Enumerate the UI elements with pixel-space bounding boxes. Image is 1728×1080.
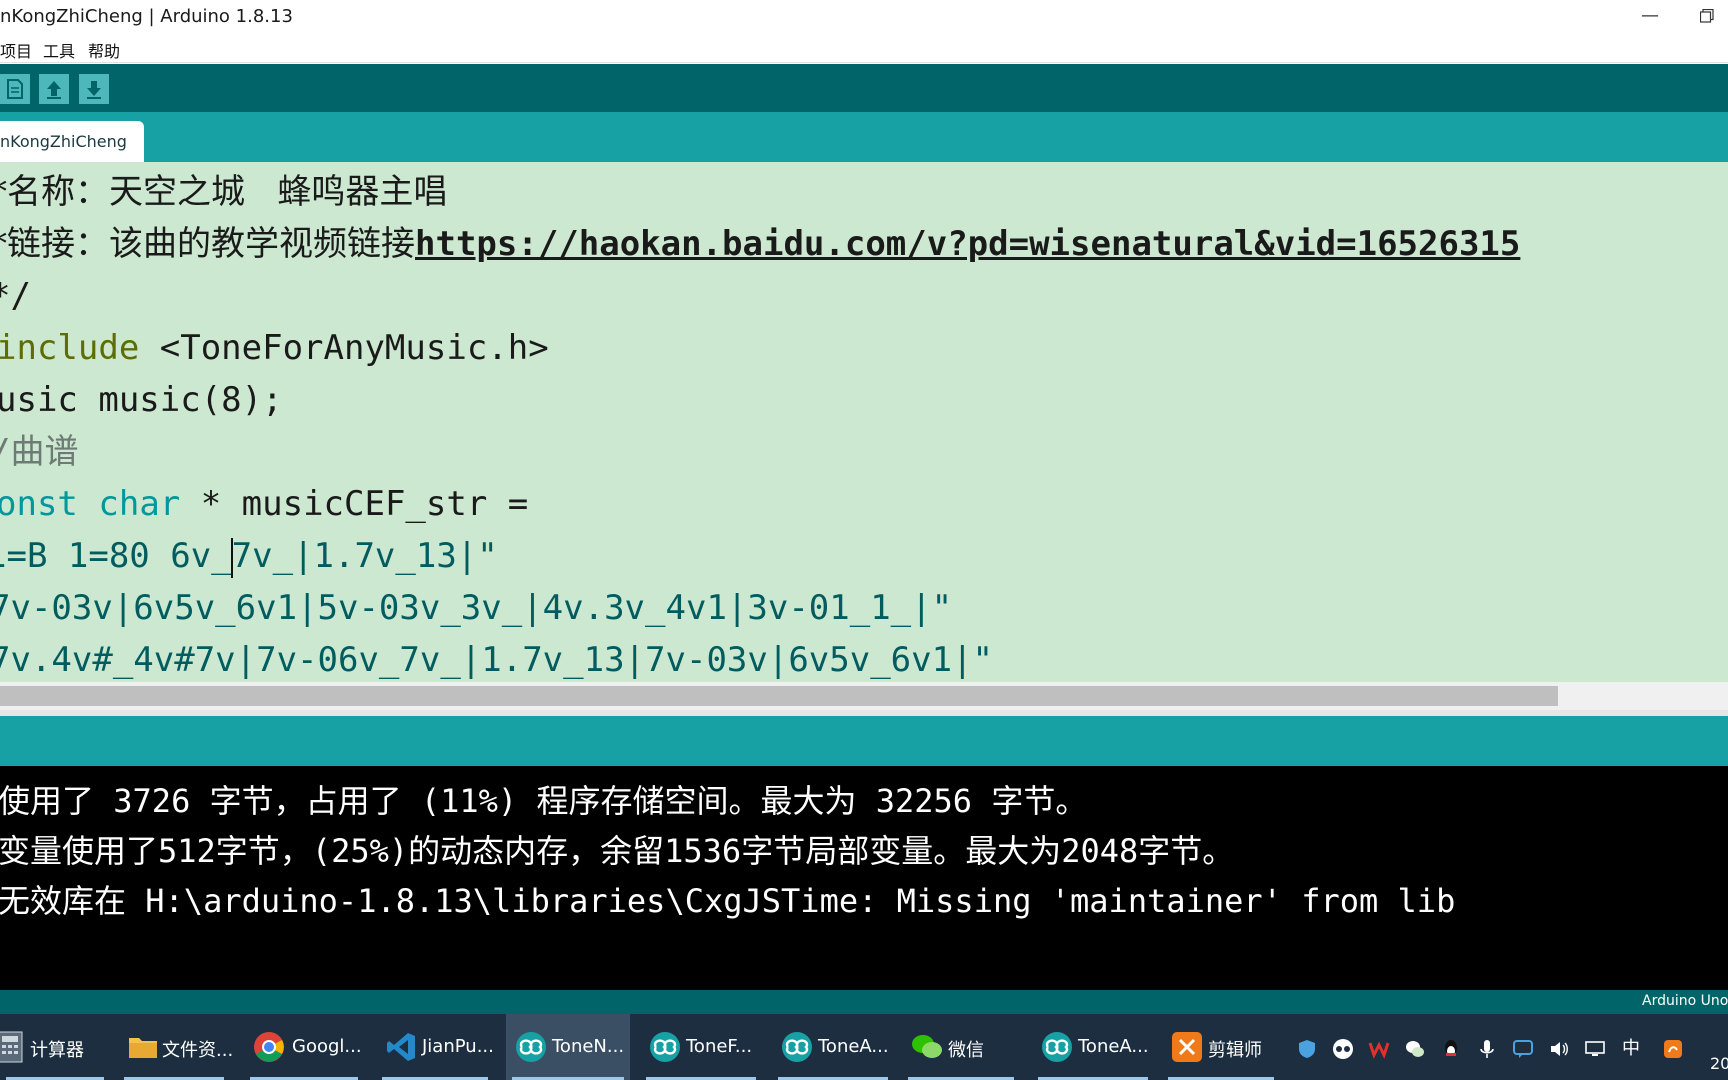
restore-button[interactable] xyxy=(1699,8,1714,23)
task-arduino-3[interactable]: ToneA... xyxy=(772,1014,894,1080)
console-line-3: 无效库在 H:\arduino-1.8.13\libraries\CxgJSTi… xyxy=(0,882,1456,920)
editor-app-icon xyxy=(1172,1032,1202,1062)
tab-strip: nKongZhiCheng xyxy=(0,112,1728,162)
new-icon xyxy=(7,79,23,99)
task-arduino-1[interactable]: ToneN... xyxy=(506,1014,630,1080)
calculator-icon xyxy=(0,1031,23,1063)
title-bar: nKongZhiCheng | Arduino 1.8.13 — xyxy=(0,0,1728,34)
minimize-button[interactable]: — xyxy=(1638,2,1662,30)
task-video-editor[interactable]: 剪辑师 xyxy=(1162,1014,1280,1080)
toolbar xyxy=(0,64,1728,112)
open-icon xyxy=(47,81,61,99)
code-editor[interactable]: *名称：天空之城 蜂鸣器主唱 *链接：该曲的教学视频链接https://haok… xyxy=(0,162,1728,682)
board-label: Arduino Uno xyxy=(1642,993,1728,1009)
wechat-tray-icon[interactable] xyxy=(1404,1038,1426,1060)
arduino-icon xyxy=(782,1032,812,1062)
menu-bar: 项目 工具 帮助 xyxy=(0,34,1728,63)
volume-icon[interactable] xyxy=(1548,1038,1570,1060)
task-vscode[interactable]: JianPu... xyxy=(376,1014,494,1080)
include-keyword: include xyxy=(0,328,140,368)
code-line-4: include <ToneForAnyMusic.h> xyxy=(0,322,549,374)
new-button[interactable] xyxy=(0,74,30,104)
code-line-1: *名称：天空之城 蜂鸣器主唱 xyxy=(0,172,448,212)
chrome-icon xyxy=(254,1032,284,1062)
task-calculator[interactable]: 计算器 xyxy=(0,1014,110,1080)
task-label: 微信 xyxy=(948,1040,984,1061)
tab-sketch[interactable]: nKongZhiCheng xyxy=(0,121,144,162)
tab-label: nKongZhiCheng xyxy=(0,132,127,151)
task-file-explorer[interactable]: 文件资... xyxy=(118,1014,234,1080)
include-file: <ToneForAnyMusic.h> xyxy=(139,328,549,368)
code-line-8: 1=B 1=80 6v_7v_|1.7v_13|" xyxy=(0,530,498,582)
shield-icon[interactable] xyxy=(1296,1038,1318,1060)
code-line-7: onst char * musicCEF_str = xyxy=(0,478,528,530)
taskbar: 计算器 文件资... Googl... JianPu... ToneN... T… xyxy=(0,1014,1728,1080)
console-line-2: 变量使用了512字节，(25%)的动态内存，余留1536字节局部变量。最大为20… xyxy=(0,832,1235,870)
console-output: 使用了 3726 字节，占用了 (11%) 程序存储空间。最大为 32256 字… xyxy=(0,766,1728,990)
glasses-icon[interactable] xyxy=(1332,1038,1354,1060)
task-label: 文件资... xyxy=(162,1040,234,1061)
string-part-b: 7v_|1.7v_13|" xyxy=(231,536,498,576)
wechat-icon xyxy=(912,1035,942,1058)
microphone-icon[interactable] xyxy=(1476,1038,1498,1060)
task-label: JianPu... xyxy=(422,1036,494,1057)
ime-indicator[interactable]: 中 xyxy=(1620,1038,1642,1060)
task-label: ToneA... xyxy=(818,1036,889,1057)
task-label: Googl... xyxy=(292,1036,362,1057)
task-label: ToneF... xyxy=(686,1036,753,1057)
folder-icon xyxy=(129,1038,157,1058)
horizontal-scrollbar[interactable] xyxy=(0,682,1728,710)
code-line-2: *链接：该曲的教学视频链接https://haokan.baidu.com/v?… xyxy=(0,218,1520,270)
console-line-1: 使用了 3726 字节，占用了 (11%) 程序存储空间。最大为 32256 字… xyxy=(0,782,1088,820)
task-wechat[interactable]: 微信 xyxy=(902,1014,1020,1080)
arduino-icon xyxy=(650,1032,680,1062)
task-arduino-4[interactable]: ToneA... xyxy=(1032,1014,1154,1080)
open-button[interactable] xyxy=(39,74,69,104)
menu-help[interactable]: 帮助 xyxy=(88,38,120,62)
scrollbar-thumb[interactable] xyxy=(0,686,1558,706)
task-label: 剪辑师 xyxy=(1208,1040,1262,1061)
task-chrome[interactable]: Googl... xyxy=(244,1014,364,1080)
comment-slash: / xyxy=(0,432,10,472)
const-keyword: onst xyxy=(0,484,78,524)
chat-tray-icon[interactable] xyxy=(1512,1038,1534,1060)
code-line-2-text: *链接：该曲的教学视频链接 xyxy=(0,224,415,264)
code-line-6: /曲谱 xyxy=(0,426,78,478)
window-title: nKongZhiCheng | Arduino 1.8.13 xyxy=(0,6,293,27)
menu-tools[interactable]: 工具 xyxy=(43,38,75,62)
string-part-a: 1=B 1=80 6v_ xyxy=(0,536,232,576)
wps-icon[interactable] xyxy=(1368,1038,1390,1060)
task-label: ToneN... xyxy=(552,1036,625,1057)
task-label: ToneA... xyxy=(1078,1036,1149,1057)
char-keyword: char xyxy=(98,484,181,524)
task-arduino-2[interactable]: ToneF... xyxy=(640,1014,762,1080)
restore-icon xyxy=(1699,8,1714,23)
code-line-9: 7v-03v|6v5v_6v1|5v-03v_3v_|4v.3v_4v1|3v-… xyxy=(0,588,953,628)
menu-project[interactable]: 项目 xyxy=(0,38,32,62)
arduino-icon xyxy=(1042,1032,1072,1062)
board-status-bar: Arduino Uno xyxy=(0,990,1728,1014)
task-label: 计算器 xyxy=(30,1040,84,1061)
comment-text: 曲谱 xyxy=(10,432,79,472)
clock-partial[interactable]: 20 xyxy=(1710,1054,1728,1073)
code-line-10: 7v.4v#_4v#7v|7v-06v_7v_|1.7v_13|7v-03v|6… xyxy=(0,640,994,680)
vscode-icon xyxy=(387,1033,415,1061)
save-button[interactable] xyxy=(79,74,109,104)
arduino-icon xyxy=(516,1032,546,1062)
code-line-3: */ xyxy=(0,276,31,316)
code-line-5: usic music(8); xyxy=(0,380,283,420)
video-link[interactable]: https://haokan.baidu.com/v?pd=wisenatura… xyxy=(415,224,1520,264)
notification-app-icon[interactable] xyxy=(1662,1038,1684,1060)
declaration-rest: * musicCEF_str = xyxy=(180,484,529,524)
save-icon xyxy=(87,81,101,99)
status-bar xyxy=(0,716,1728,766)
qq-icon[interactable] xyxy=(1440,1038,1462,1060)
network-icon[interactable] xyxy=(1584,1038,1606,1060)
